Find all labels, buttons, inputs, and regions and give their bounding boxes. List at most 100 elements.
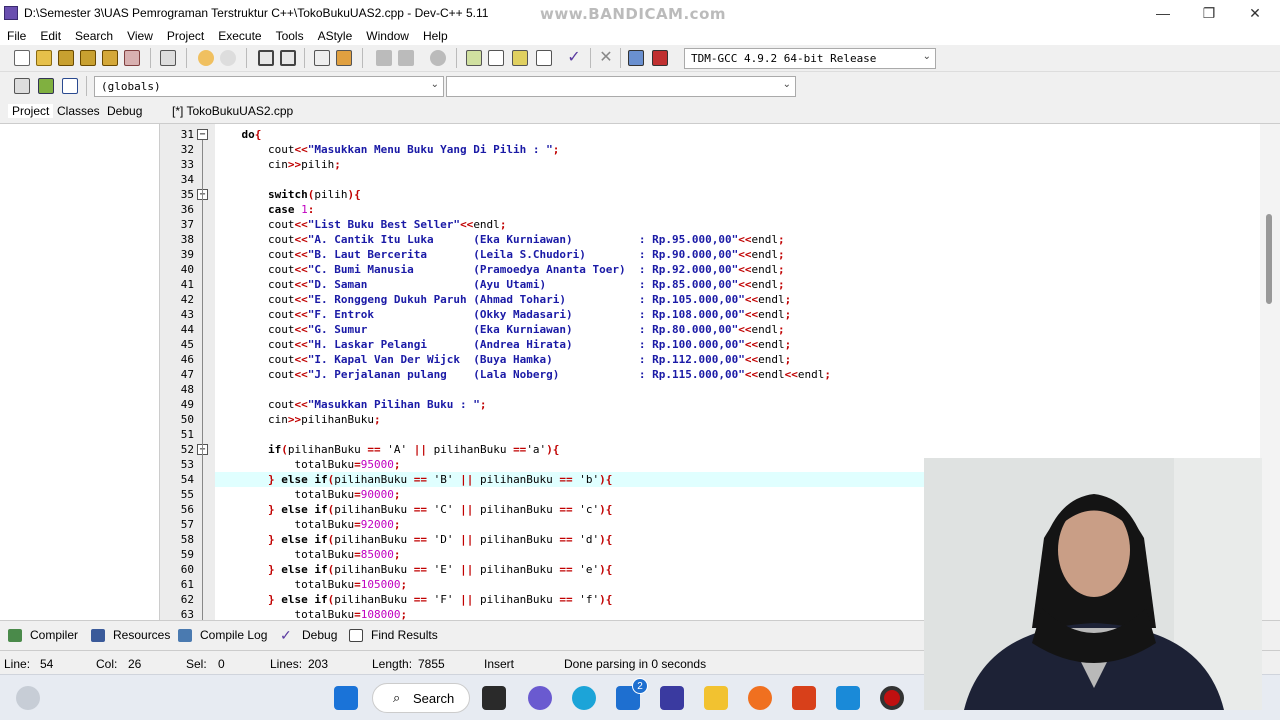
- code-line[interactable]: cin>>pilih;: [215, 157, 341, 172]
- goto-forward-icon[interactable]: [398, 50, 414, 66]
- code-line[interactable]: cout<<"E. Ronggeng Dukuh Paruh (Ahmad To…: [215, 292, 791, 307]
- teams-chat-icon[interactable]: [528, 686, 552, 710]
- code-line[interactable]: switch(pilih){: [215, 187, 361, 202]
- profile-icon[interactable]: [652, 50, 668, 66]
- compiler-select[interactable]: TDM-GCC 4.9.2 64-bit Release ⌄: [684, 48, 936, 69]
- tab-editor-file[interactable]: [*] TokoBukuUAS2.cpp: [172, 104, 293, 118]
- code-line[interactable]: totalBuku=95000;: [215, 457, 400, 472]
- bandicam-record-icon[interactable]: [880, 686, 904, 710]
- code-line[interactable]: cout<<"List Buku Best Seller"<<endl;: [215, 217, 506, 232]
- code-line[interactable]: totalBuku=90000;: [215, 487, 400, 502]
- tab-resources[interactable]: Resources: [113, 628, 170, 642]
- print-icon[interactable]: [160, 50, 176, 66]
- close-file-icon[interactable]: [102, 50, 118, 66]
- file-explorer-icon[interactable]: [704, 686, 728, 710]
- code-line[interactable]: cout<<"F. Entrok (Okky Madasari) : Rp.10…: [215, 307, 791, 322]
- find-icon[interactable]: [258, 50, 274, 66]
- taskbar-search[interactable]: ⌕ Search: [372, 683, 470, 713]
- task-view-icon[interactable]: [482, 686, 506, 710]
- code-line[interactable]: } else if(pilihanBuku == 'D' || pilihanB…: [215, 532, 612, 547]
- code-line[interactable]: cout<<"B. Laut Bercerita (Leila S.Chudor…: [215, 247, 785, 262]
- devcpp-app-icon: [4, 6, 18, 20]
- goto-back-icon[interactable]: [376, 50, 392, 66]
- undo-icon[interactable]: [198, 50, 214, 66]
- code-line[interactable]: cout<<"G. Sumur (Eka Kurniawan) : Rp.80.…: [215, 322, 785, 337]
- tab-debug-output[interactable]: Debug: [302, 628, 337, 642]
- maximize-button[interactable]: ❐: [1186, 0, 1232, 26]
- insert-icon[interactable]: [14, 78, 30, 94]
- function-select[interactable]: ⌄: [446, 76, 796, 97]
- code-line[interactable]: case 1:: [215, 202, 314, 217]
- menu-help[interactable]: Help: [416, 29, 455, 43]
- devcpp-task-icon[interactable]: [660, 686, 684, 710]
- grid-icon[interactable]: [536, 50, 552, 66]
- menu-tools[interactable]: Tools: [269, 29, 311, 43]
- scrollbar-thumb[interactable]: [1266, 214, 1272, 304]
- fold-toggle-icon[interactable]: −: [197, 129, 208, 140]
- code-line[interactable]: cout<<"A. Cantik Itu Luka (Eka Kurniawan…: [215, 232, 785, 247]
- class-browser-icon[interactable]: [466, 50, 482, 66]
- indent-icon[interactable]: [314, 50, 330, 66]
- code-line[interactable]: if(pilihanBuku == 'A' || pilihanBuku =='…: [215, 442, 559, 457]
- edge-browser-icon[interactable]: [572, 686, 596, 710]
- code-token: else if: [281, 503, 328, 516]
- new-file-icon[interactable]: [14, 50, 30, 66]
- unindent-icon[interactable]: [336, 50, 352, 66]
- code-line[interactable]: cin>>pilihanBuku;: [215, 412, 381, 427]
- code-line[interactable]: } else if(pilihanBuku == 'E' || pilihanB…: [215, 562, 612, 577]
- minimize-button[interactable]: —: [1140, 0, 1186, 26]
- vertical-scrollbar[interactable]: [1260, 124, 1280, 620]
- tab-compile-log[interactable]: Compile Log: [200, 628, 267, 642]
- windows-start-icon[interactable]: [334, 686, 358, 710]
- tab-debug[interactable]: Debug: [107, 104, 142, 118]
- widgets-icon[interactable]: [16, 686, 40, 710]
- code-line[interactable]: } else if(pilihanBuku == 'F' || pilihanB…: [215, 592, 612, 607]
- code-line[interactable]: cout<<"Masukkan Menu Buku Yang Di Pilih …: [215, 142, 559, 157]
- firefox-icon[interactable]: [748, 686, 772, 710]
- menu-view[interactable]: View: [120, 29, 160, 43]
- notepad-icon[interactable]: [836, 686, 860, 710]
- globals-select[interactable]: (globals) ⌄: [94, 76, 444, 97]
- code-line[interactable]: } else if(pilihanBuku == 'C' || pilihanB…: [215, 502, 612, 517]
- code-line[interactable]: totalBuku=105000;: [215, 577, 407, 592]
- toggle-bookmark-icon[interactable]: [430, 50, 446, 66]
- menu-window[interactable]: Window: [359, 29, 416, 43]
- tab-classes[interactable]: Classes: [57, 104, 100, 118]
- menu-project[interactable]: Project: [160, 29, 211, 43]
- code-line[interactable]: do{: [215, 127, 262, 142]
- open-file-icon[interactable]: [36, 50, 52, 66]
- chart-icon[interactable]: [628, 50, 644, 66]
- menu-edit[interactable]: Edit: [33, 29, 68, 43]
- close-button[interactable]: ✕: [1232, 0, 1278, 26]
- goto-file-icon[interactable]: [38, 78, 54, 94]
- project-view-icon[interactable]: [488, 50, 504, 66]
- code-line[interactable]: cout<<"D. Saman (Ayu Utami) : Rp.85.000,…: [215, 277, 785, 292]
- code-line[interactable]: cout<<"I. Kapal Van Der Wijck (Buya Hamk…: [215, 352, 791, 367]
- code-line[interactable]: totalBuku=108000;: [215, 607, 407, 620]
- code-line[interactable]: cout<<"J. Perjalanan pulang (Lala Noberg…: [215, 367, 831, 382]
- redo-icon[interactable]: [220, 50, 236, 66]
- menu-file[interactable]: File: [0, 29, 33, 43]
- menu-astyle[interactable]: AStyle: [311, 29, 360, 43]
- tab-project[interactable]: Project: [8, 104, 54, 118]
- menu-execute[interactable]: Execute: [211, 29, 268, 43]
- save-icon[interactable]: [58, 50, 74, 66]
- mail-icon[interactable]: 2: [616, 678, 648, 710]
- stop-execution-icon[interactable]: ✕: [598, 50, 614, 66]
- check-syntax-icon[interactable]: ✓: [566, 50, 582, 66]
- tab-find-results[interactable]: Find Results: [371, 628, 438, 642]
- code-line[interactable]: totalBuku=85000;: [215, 547, 400, 562]
- bookmark-icon[interactable]: [62, 78, 78, 94]
- layout-icon[interactable]: [512, 50, 528, 66]
- replace-icon[interactable]: [280, 50, 296, 66]
- menu-search[interactable]: Search: [68, 29, 120, 43]
- save-all-icon[interactable]: [80, 50, 96, 66]
- office-icon[interactable]: [792, 686, 816, 710]
- code-line[interactable]: totalBuku=92000;: [215, 517, 400, 532]
- code-line[interactable]: cout<<"C. Bumi Manusia (Pramoedya Ananta…: [215, 262, 785, 277]
- code-line[interactable]: } else if(pilihanBuku == 'B' || pilihanB…: [215, 472, 612, 487]
- close-all-icon[interactable]: [124, 50, 140, 66]
- tab-compiler[interactable]: Compiler: [30, 628, 78, 642]
- code-line[interactable]: cout<<"H. Laskar Pelangi (Andrea Hirata)…: [215, 337, 791, 352]
- code-line[interactable]: cout<<"Masukkan Pilihan Buku : ";: [215, 397, 487, 412]
